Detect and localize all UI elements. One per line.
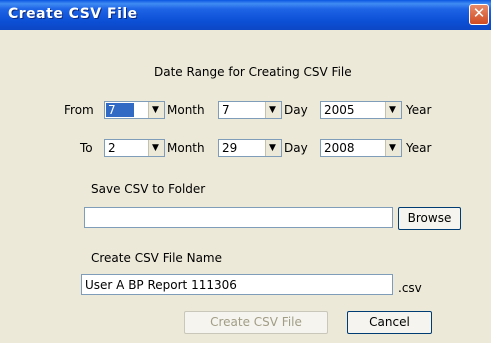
window-title: Create CSV File [8, 6, 138, 22]
from-label: From [64, 103, 94, 117]
to-month-label: Month [167, 141, 205, 155]
close-icon: ✕ [472, 4, 486, 22]
dialog-window: Create CSV File ✕ Date Range for Creatin… [0, 0, 491, 343]
from-year-value: 2005 [324, 103, 355, 117]
browse-button[interactable]: Browse [398, 207, 461, 230]
from-month-select[interactable]: 7 ▼ [104, 101, 165, 119]
chevron-down-icon[interactable]: ▼ [265, 102, 281, 118]
create-csv-button[interactable]: Create CSV File [184, 311, 328, 334]
close-button[interactable]: ✕ [469, 4, 489, 25]
from-day-select[interactable]: 7 ▼ [218, 101, 282, 119]
to-day-value: 29 [222, 141, 238, 155]
chevron-down-icon[interactable]: ▼ [385, 102, 401, 118]
file-name-label: Create CSV File Name [91, 251, 223, 265]
to-month-value: 2 [108, 141, 116, 155]
chevron-down-icon[interactable]: ▼ [385, 140, 401, 156]
chevron-down-icon[interactable]: ▼ [265, 140, 281, 156]
from-month-value: 7 [106, 103, 134, 117]
folder-path-input[interactable] [84, 207, 393, 228]
from-day-label: Day [284, 103, 308, 117]
to-day-select[interactable]: 29 ▼ [218, 139, 282, 157]
chevron-down-icon[interactable]: ▼ [148, 102, 164, 118]
file-extension-label: .csv [398, 281, 422, 295]
file-name-input[interactable]: User A BP Report 111306 [81, 274, 393, 295]
date-range-heading: Date Range for Creating CSV File [154, 65, 352, 79]
file-name-value: User A BP Report 111306 [85, 278, 237, 292]
to-year-label: Year [406, 141, 432, 155]
title-bar[interactable]: Create CSV File ✕ [0, 0, 491, 30]
cancel-button[interactable]: Cancel [347, 311, 432, 334]
to-year-value: 2008 [324, 141, 355, 155]
save-folder-label: Save CSV to Folder [91, 182, 206, 196]
from-year-label: Year [406, 103, 432, 117]
from-month-label: Month [167, 103, 205, 117]
chevron-down-icon[interactable]: ▼ [148, 140, 164, 156]
from-day-value: 7 [222, 103, 230, 117]
from-year-select[interactable]: 2005 ▼ [320, 101, 402, 119]
to-month-select[interactable]: 2 ▼ [104, 139, 165, 157]
to-day-label: Day [284, 141, 308, 155]
to-year-select[interactable]: 2008 ▼ [320, 139, 402, 157]
to-label: To [80, 141, 93, 155]
